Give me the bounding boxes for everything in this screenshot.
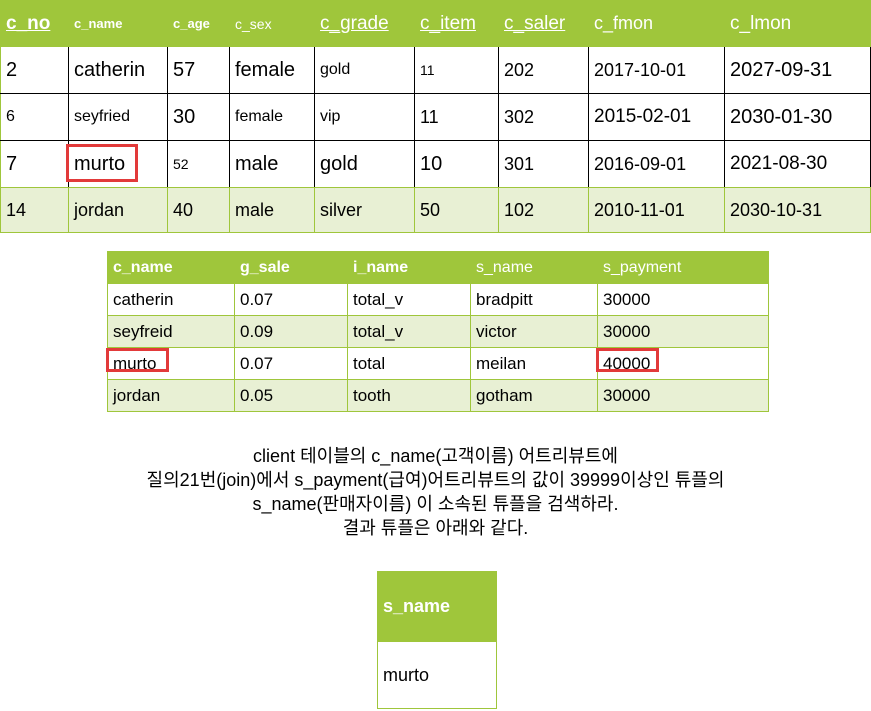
query-description: client 테이블의 c_name(고객이름) 어트리뷰트에 질의21번(jo…: [0, 444, 871, 540]
table-cell: catherin: [107, 283, 235, 316]
table-cell: seyfried: [68, 93, 168, 141]
table-cell: 2015-02-01: [588, 93, 725, 141]
table-cell: female: [229, 93, 315, 141]
table-cell: murto: [377, 641, 497, 709]
table-cell: 2021-08-30: [724, 140, 871, 188]
description-line: client 테이블의 c_name(고객이름) 어트리뷰트에: [253, 446, 618, 466]
table-cell: 2016-09-01: [588, 140, 725, 188]
result-table: s_name murto: [377, 571, 497, 709]
column-header: g_sale: [234, 251, 348, 284]
table-cell: 0.07: [234, 283, 348, 316]
column-header: c_age: [167, 0, 230, 47]
join-table: c_name g_sale i_name s_name s_payment ca…: [107, 251, 769, 412]
table-cell: 40000: [597, 347, 769, 380]
column-header: c_fmon: [588, 0, 725, 47]
table-cell: total_v: [347, 315, 471, 348]
column-header: c_saler: [498, 0, 589, 47]
table-cell: 2030-01-30: [724, 93, 871, 141]
table-row: 6 seyfried 30 female vip 11 302 2015-02-…: [0, 93, 871, 141]
table-cell: 301: [498, 140, 589, 188]
table-cell: 50: [414, 187, 499, 233]
column-header: c_no: [0, 0, 69, 47]
table-row: seyfreid 0.09 total_v victor 30000: [107, 315, 769, 348]
column-header: i_name: [347, 251, 471, 284]
table-cell: jordan: [68, 187, 168, 233]
table-cell: 7: [0, 140, 69, 188]
table-cell: female: [229, 46, 315, 94]
table-row: jordan 0.05 tooth gotham 30000: [107, 379, 769, 412]
table-cell: 0.05: [234, 379, 348, 412]
table-cell: gotham: [470, 379, 598, 412]
column-header: s_name: [377, 571, 497, 642]
table-cell: jordan: [107, 379, 235, 412]
table-row: catherin 0.07 total_v bradpitt 30000: [107, 283, 769, 316]
column-header: s_name: [470, 251, 598, 284]
table-cell: 202: [498, 46, 589, 94]
table-cell: 30000: [597, 379, 769, 412]
description-line: 질의21번(join)에서 s_payment(급여)어트리뷰트의 값이 399…: [146, 470, 725, 490]
table-row: murto: [377, 641, 497, 709]
table-cell: meilan: [470, 347, 598, 380]
column-header: c_name: [68, 0, 168, 47]
column-header: c_grade: [314, 0, 415, 47]
table-row: 2 catherin 57 female gold 11 202 2017-10…: [0, 46, 871, 94]
table-cell: 2030-10-31: [724, 187, 871, 233]
table-cell: murto: [107, 347, 235, 380]
table-cell: bradpitt: [470, 283, 598, 316]
column-header: c_sex: [229, 0, 315, 47]
description-line: s_name(판매자이름) 이 소속된 튜플을 검색하라.: [252, 494, 619, 514]
table-cell: 0.07: [234, 347, 348, 380]
column-header: c_name: [107, 251, 235, 284]
column-header: c_item: [414, 0, 499, 47]
table-header-row: s_name: [377, 571, 497, 642]
table-cell: victor: [470, 315, 598, 348]
table-cell: 11: [414, 46, 499, 94]
table-cell: 102: [498, 187, 589, 233]
table-cell: catherin: [68, 46, 168, 94]
table-cell: murto: [68, 140, 168, 188]
table-cell: seyfreid: [107, 315, 235, 348]
table-cell: 30: [167, 93, 230, 141]
table-cell: male: [229, 140, 315, 188]
table-cell: 0.09: [234, 315, 348, 348]
table-cell: 52: [167, 140, 230, 188]
table-cell: total: [347, 347, 471, 380]
table-header-row: c_no c_name c_age c_sex c_grade c_item c…: [0, 0, 871, 47]
table-cell: gold: [314, 46, 415, 94]
table-cell: male: [229, 187, 315, 233]
table-row: 14 jordan 40 male silver 50 102 2010-11-…: [0, 187, 871, 233]
table-cell: 30000: [597, 283, 769, 316]
table-cell: 6: [0, 93, 69, 141]
column-header: c_lmon: [724, 0, 871, 47]
table-header-row: c_name g_sale i_name s_name s_payment: [107, 251, 769, 284]
table-cell: 2: [0, 46, 69, 94]
table-cell: 57: [167, 46, 230, 94]
table-cell: tooth: [347, 379, 471, 412]
table-cell: 10: [414, 140, 499, 188]
table-cell: 11: [414, 93, 499, 141]
description-line: 결과 튜플은 아래와 같다.: [342, 518, 529, 538]
table-cell: 40: [167, 187, 230, 233]
table-cell: silver: [314, 187, 415, 233]
table-cell: 30000: [597, 315, 769, 348]
table-row: murto 0.07 total meilan 40000: [107, 347, 769, 380]
table-cell: 2017-10-01: [588, 46, 725, 94]
table-cell: 2027-09-31: [724, 46, 871, 94]
table-cell: 2010-11-01: [588, 187, 725, 233]
table-cell: 14: [0, 187, 69, 233]
table-cell: total_v: [347, 283, 471, 316]
client-table: c_no c_name c_age c_sex c_grade c_item c…: [0, 0, 871, 233]
table-cell: 302: [498, 93, 589, 141]
table-row: 7 murto 52 male gold 10 301 2016-09-01 2…: [0, 140, 871, 188]
table-cell: vip: [314, 93, 415, 141]
column-header: s_payment: [597, 251, 769, 284]
table-cell: gold: [314, 140, 415, 188]
